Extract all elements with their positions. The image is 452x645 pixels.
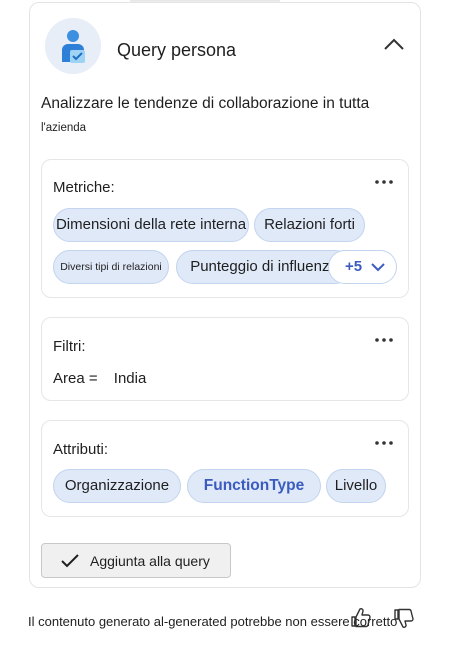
metric-chip[interactable]: Diversi tipi di relazioni — [53, 250, 169, 284]
add-to-query-label: Aggiunta alla query — [90, 553, 210, 569]
thumbs-down-icon — [394, 608, 414, 628]
attributes-label: Attributi: — [53, 441, 109, 458]
thumbs-down-button[interactable] — [392, 606, 416, 630]
filters-label: Filtri: — [53, 338, 86, 355]
page-title: Query persona — [117, 40, 237, 60]
description-line-2: l'azienda — [41, 122, 87, 134]
checkmark-icon — [61, 554, 79, 568]
filter-value: India — [113, 370, 147, 387]
filter-row: Area = India — [53, 370, 146, 387]
metrics-card: Metriche: Dimensioni della rete interna … — [41, 159, 409, 298]
metric-chip[interactable]: Relazioni forti — [254, 208, 365, 242]
add-to-query-button[interactable]: Aggiunta alla query — [41, 543, 231, 578]
filters-more-options-button[interactable] — [374, 332, 394, 342]
thumbs-up-button[interactable] — [349, 606, 373, 630]
metric-chip[interactable]: Dimensioni della rete interna — [53, 208, 249, 242]
chevron-down-icon — [371, 263, 385, 272]
attribute-chip[interactable]: FunctionType — [187, 469, 321, 503]
person-badge-icon — [45, 18, 101, 74]
more-metrics-button[interactable]: +5 — [328, 250, 397, 284]
attribute-chip[interactable]: Organizzazione — [53, 469, 181, 503]
metrics-label: Metriche: — [53, 179, 115, 196]
more-metrics-count: +5 — [345, 258, 363, 275]
metrics-more-options-button[interactable] — [374, 174, 394, 184]
more-options-icon — [375, 180, 393, 184]
attributes-more-options-button[interactable] — [374, 435, 394, 445]
more-options-icon — [375, 441, 393, 445]
description-line-1: Analizzare le tendenze di collaborazione… — [41, 95, 370, 112]
filter-key: Area = — [53, 370, 98, 387]
collapse-button[interactable] — [380, 33, 408, 57]
metric-chip[interactable]: Punteggio di influenza — [176, 250, 352, 284]
more-options-icon — [375, 338, 393, 342]
attributes-card: Attributi: Organizzazione FunctionType L… — [41, 420, 409, 517]
filters-card: Filtri: Area = India — [41, 317, 409, 401]
attribute-chip[interactable]: Livello — [326, 469, 386, 503]
thumbs-up-icon — [351, 608, 371, 628]
chevron-up-icon — [384, 38, 404, 50]
ai-disclaimer: Il contenuto generato al-generated potre… — [28, 614, 398, 629]
persona-description: Analizzare le tendenze di collaborazione… — [41, 91, 411, 141]
